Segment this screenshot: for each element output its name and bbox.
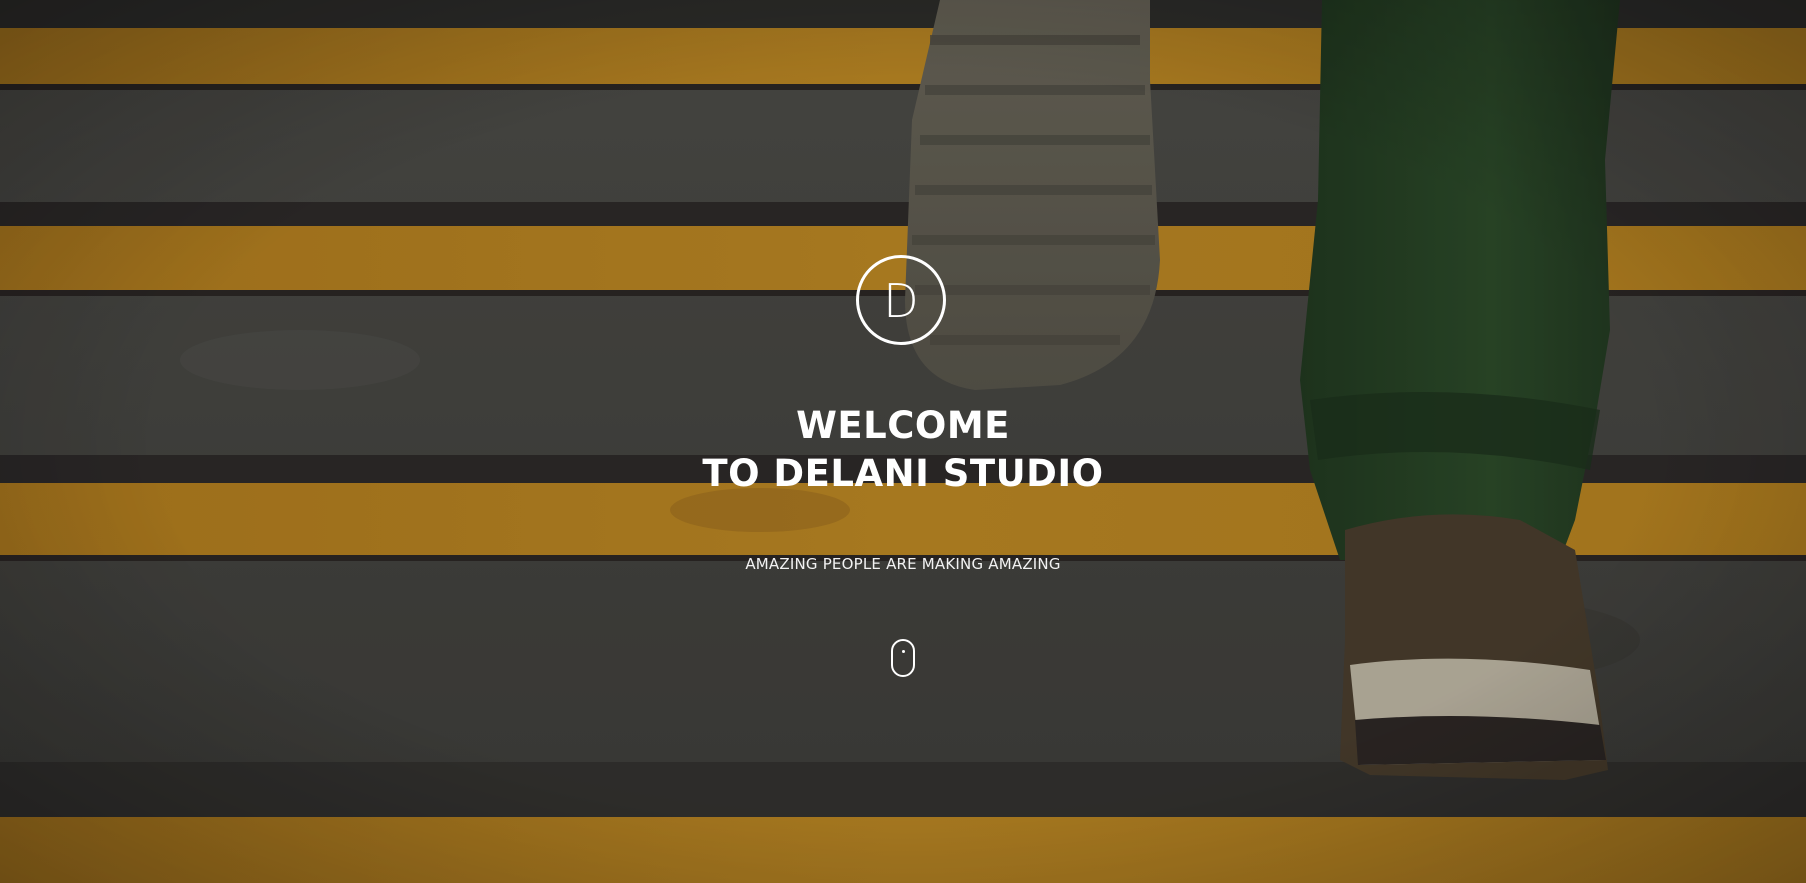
hero-section: D WELCOME TO DELANI STUDIO AMAZING PEOPL…	[0, 0, 1806, 883]
logo-badge[interactable]: D	[856, 255, 946, 345]
hero-title-line2: TO DELANI STUDIO	[702, 452, 1104, 495]
hero-content: D WELCOME TO DELANI STUDIO AMAZING PEOPL…	[0, 0, 1806, 883]
logo-letter: D	[883, 274, 919, 328]
mouse-wheel-dot	[902, 650, 905, 653]
hero-title: WELCOME TO DELANI STUDIO	[0, 402, 1806, 498]
hero-tagline: AMAZING PEOPLE ARE MAKING AMAZING	[745, 555, 1061, 573]
mouse-scroll-icon[interactable]	[891, 639, 915, 677]
hero-title-line1: WELCOME	[796, 404, 1010, 447]
